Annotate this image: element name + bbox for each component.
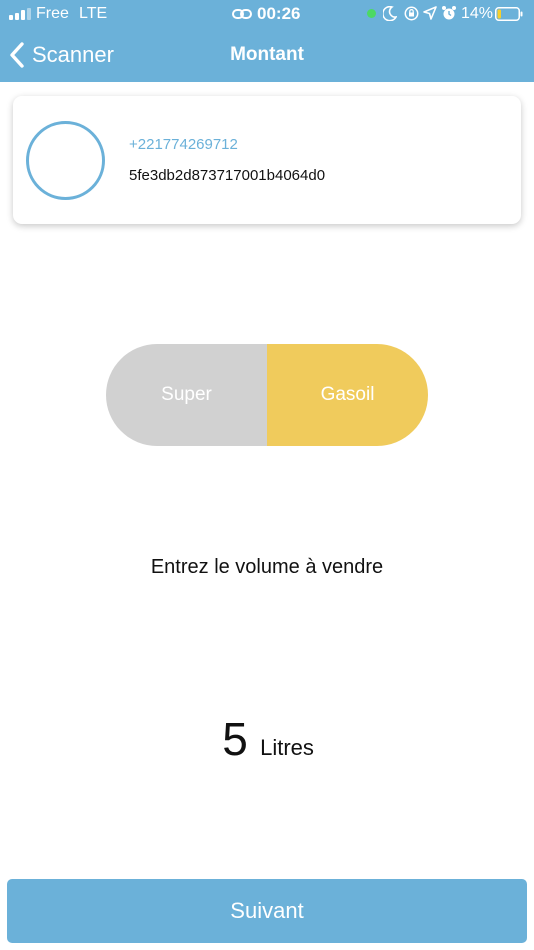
- fuel-type-toggle: Super Gasoil: [106, 344, 428, 446]
- page-title: Montant: [230, 44, 304, 65]
- avatar: [26, 121, 105, 200]
- volume-input[interactable]: [220, 712, 251, 766]
- navigation-bar: Scanner Montant: [0, 28, 534, 82]
- phone-number: +221774269712: [129, 136, 238, 153]
- battery-percent: 14%: [461, 5, 494, 22]
- link-icon: [232, 9, 252, 19]
- next-button[interactable]: Suivant: [7, 879, 527, 943]
- fuel-option-super[interactable]: Super: [106, 344, 267, 446]
- alarm-icon: [442, 6, 456, 20]
- header: Free LTE 00:26 14% Scanner Montant: [0, 0, 534, 82]
- moon-icon: [383, 6, 397, 21]
- status-bar: Free LTE 00:26 14%: [0, 0, 534, 28]
- rotation-lock-icon: [404, 6, 419, 21]
- volume-prompt: Entrez le volume à vendre: [150, 556, 384, 578]
- profile-card: +221774269712 5fe3db2d873717001b4064d0: [13, 96, 521, 224]
- volume-row: Litres: [0, 712, 534, 766]
- fuel-option-gasoil[interactable]: Gasoil: [267, 344, 428, 446]
- camera-in-use-indicator: [367, 9, 376, 18]
- volume-unit: Litres: [260, 735, 314, 760]
- signal-icon: [9, 8, 31, 20]
- network-type: LTE: [79, 5, 108, 22]
- location-arrow-icon: [423, 6, 437, 20]
- clock: 00:26: [257, 4, 301, 23]
- customer-id: 5fe3db2d873717001b4064d0: [129, 167, 326, 184]
- battery-icon: [495, 7, 523, 21]
- carrier-name: Free: [36, 5, 69, 22]
